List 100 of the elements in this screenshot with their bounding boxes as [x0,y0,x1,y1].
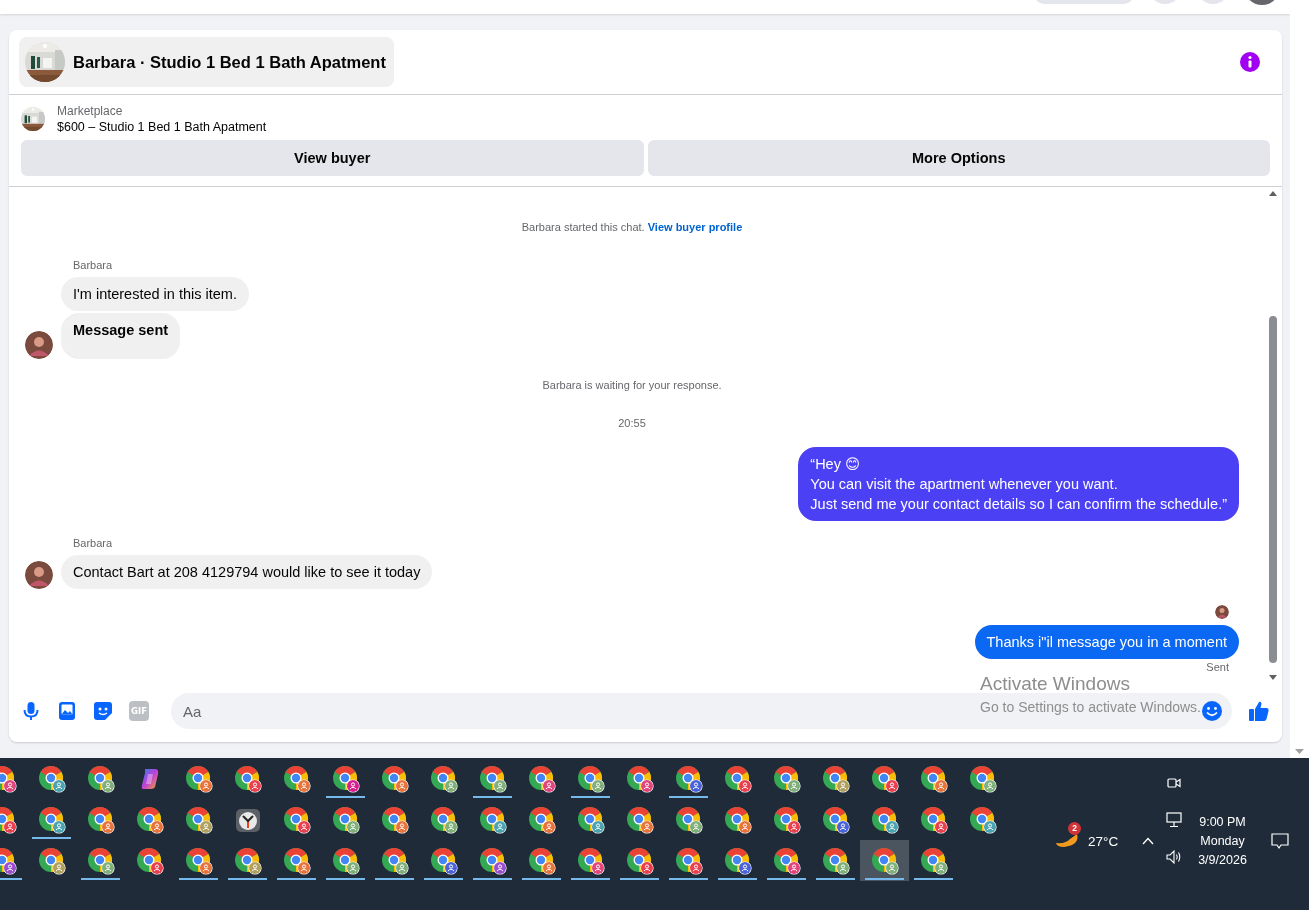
sender-name: Barbara [73,537,114,549]
video-camera-icon[interactable] [1166,775,1183,791]
browser-icon [136,847,164,875]
browser-icon [479,847,507,875]
browser-icon [430,806,458,834]
browser-icon [234,765,262,793]
browser-icon [871,847,899,875]
browser-icon [185,765,213,793]
notification-badge: 2 [1068,821,1081,835]
browser-icon [969,806,997,834]
message-bubble: “Hey 😊 You can visit the apartment whenever you want. Just send me your contact details so I can confirm the schedule.” [798,447,1239,521]
clock-day[interactable]: Monday [1200,834,1245,848]
browser-icon [675,847,703,875]
notifications-icon[interactable] [1270,832,1289,850]
sticker-icon[interactable] [93,701,113,721]
microphone-icon[interactable] [21,701,41,721]
scroll-up-icon[interactable] [1269,191,1277,196]
scroll-down-icon[interactable] [1269,675,1277,680]
browser-icon [577,806,605,834]
browser-icon [332,847,360,875]
activation-watermark-title: Activate Windows [980,673,1131,695]
browser-icon [871,765,899,793]
browser-icon [87,806,115,834]
browser-icon [920,847,948,875]
browser-icon [479,765,507,793]
avatar [25,331,53,359]
browser-icon [136,806,164,834]
message-bubble: Message sent [61,313,181,359]
browser-icon [626,765,654,793]
browser-icon [479,806,507,834]
listing-source: Marketplace [57,104,124,118]
browser-icon [381,847,409,875]
scrollbar-thumb[interactable] [1269,316,1277,663]
browser-icon [822,806,850,834]
browser-icon [283,806,311,834]
thumbs-up-icon[interactable] [1248,700,1270,722]
delivery-status: Sent [1206,661,1229,673]
profile-link[interactable]: View buyer profile [647,221,743,233]
browser-icon [920,806,948,834]
browser-icon [675,806,703,834]
browser-icon [430,847,458,875]
image-icon[interactable] [57,701,77,721]
browser-icon [283,765,311,793]
browser-icon [920,765,948,793]
browser-icon [871,806,899,834]
chat-notice: Barbara started this chat. View buyer profile [521,221,743,233]
browser-icon [528,765,556,793]
browser-icon [87,847,115,875]
message-bubble: Thanks i"il message you in a moment [974,625,1239,659]
chat-title-button[interactable]: Barbara · Studio 1 Bed 1 Bath Apatment [19,37,394,87]
browser-icon [185,806,213,834]
browser-icon [332,765,360,793]
browser-icon [38,806,66,834]
activation-watermark-text: Go to Settings to activate Windows. [980,699,1201,715]
browser-icon [0,765,17,793]
browser-icon [0,847,17,875]
browser-icon [528,806,556,834]
message-bubble: I'm interested in this item. [61,277,249,311]
browser-icon [38,765,66,793]
browser-icon [577,765,605,793]
weather-icon[interactable] [1056,833,1080,849]
browser-icon [773,847,801,875]
browser-icon [185,847,213,875]
action-button[interactable]: More Options [647,140,1270,176]
browser-icon [822,847,850,875]
browser-icon [381,806,409,834]
browser-icon [430,765,458,793]
browser-icon [724,847,752,875]
browser-icon [724,806,752,834]
taskbar-button[interactable] [860,840,909,881]
browser-icon [283,847,311,875]
clock-date[interactable]: 3/9/2026 [1198,853,1247,867]
browser-icon [626,847,654,875]
browser-icon [626,806,654,834]
emoji-icon[interactable] [1201,700,1223,722]
browser-icon [773,765,801,793]
message-bubble: Contact Bart at 208 4129794 would like to see it today [61,555,433,589]
timestamp: 20:55 [618,417,646,429]
scroll-down-icon[interactable] [1295,749,1304,754]
avatar [25,561,53,589]
sender-name: Barbara [73,259,114,271]
avatar [1215,605,1229,619]
browser-icon [577,847,605,875]
browser-icon [87,765,115,793]
volume-icon[interactable] [1166,849,1183,865]
action-button[interactable]: View buyer [21,140,644,176]
browser-icon [234,847,262,875]
clock-time[interactable]: 9:00 PM [1199,815,1246,829]
browser-icon [724,765,752,793]
info-icon[interactable] [1240,52,1260,72]
chevron-up-icon[interactable] [1142,837,1155,845]
browser-icon [38,847,66,875]
alarm-clock-icon [234,806,261,833]
network-icon[interactable] [1166,812,1183,828]
browser-icon [381,765,409,793]
chat-notice: Barbara is waiting for your response. [542,379,722,391]
browser-icon [528,847,556,875]
browser-icon [332,806,360,834]
browser-icon [822,765,850,793]
browser-icon [773,806,801,834]
